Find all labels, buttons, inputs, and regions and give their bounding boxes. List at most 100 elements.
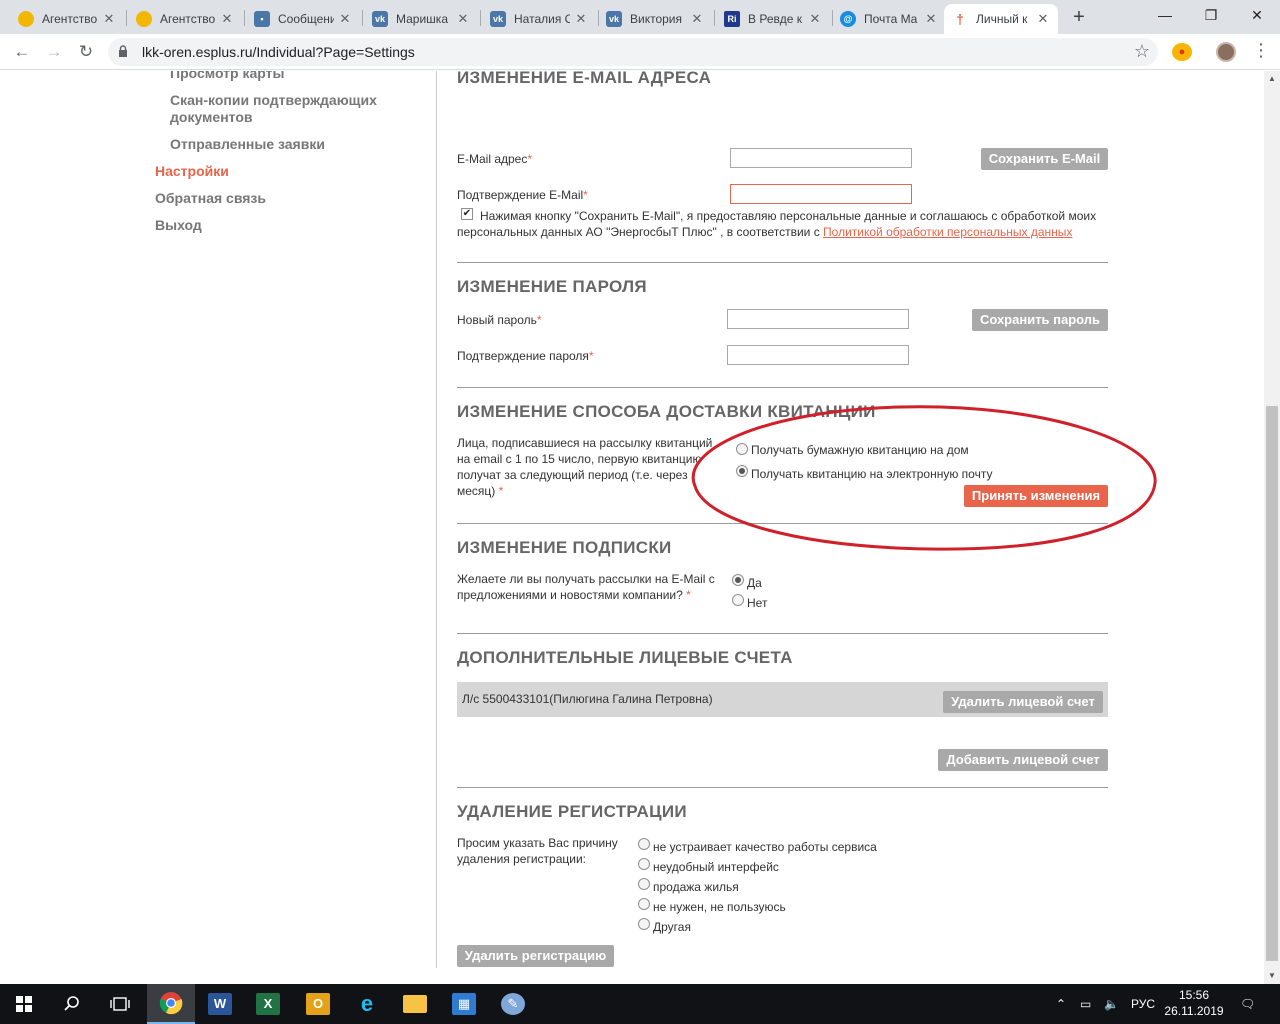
sidebar-item-logout[interactable]: Выход [155,217,202,234]
browser-tab[interactable]: @ Почта Ma ✕ [832,4,946,34]
chat-favicon-icon: ▪ [254,11,270,27]
sidebar-item-requests[interactable]: Отправленные заявки [170,136,325,153]
new-password-label: Новый пароль* [457,313,542,327]
save-password-button[interactable]: Сохранить пароль [972,309,1108,331]
privacy-policy-link[interactable]: Политикой обработки персональных данных [823,225,1072,239]
email-confirm-input[interactable] [730,184,912,204]
section-divider [457,387,1108,388]
taskbar-chrome[interactable] [147,984,195,1024]
bookmark-star-icon[interactable]: ☆ [1134,41,1150,62]
taskbar-explorer[interactable] [391,984,439,1024]
taskbar-excel[interactable]: X [244,984,292,1024]
consent-checkbox[interactable]: ✔ [461,208,473,220]
new-tab-button[interactable]: + [1068,6,1090,28]
internet-explorer-icon: e [360,991,374,1016]
taskbar-outlook[interactable]: O [294,984,342,1024]
mail-favicon-icon: @ [840,11,856,27]
close-window-button[interactable]: ✕ [1234,0,1280,30]
taskbar-paint[interactable]: ✎ [489,984,537,1024]
delete-registration-button[interactable]: Удалить регистрацию [457,945,614,967]
add-account-button[interactable]: Добавить лицевой счет [938,749,1108,771]
reason-unused-radio[interactable] [638,898,650,910]
reason-quality-radio[interactable] [638,838,650,850]
network-icon[interactable]: ▭ [1080,984,1091,1024]
delete-account-button[interactable]: Удалить лицевой счет [943,691,1103,713]
page-scrollbar[interactable]: ▲ ▼ [1264,71,1280,984]
browser-tab[interactable]: Агентство ✕ [128,4,242,34]
notifications-icon[interactable]: 🗨 [1240,984,1255,1024]
calculator-icon: ▦ [452,993,476,1015]
scrollbar-thumb[interactable] [1266,406,1278,961]
reason-other-radio[interactable] [638,918,650,930]
scroll-up-icon[interactable]: ▲ [1264,71,1280,87]
taskbar-ie[interactable]: e [343,984,391,1024]
email-input[interactable] [730,148,912,168]
browser-tab[interactable]: vk Наталия С ✕ [482,4,596,34]
show-hidden-icons[interactable]: ⌃ [1056,984,1066,1024]
reason-quality-label: не устраивает качество работы сервиса [653,840,877,854]
save-email-button[interactable]: Сохранить E-Mail [981,148,1108,170]
close-icon[interactable]: ✕ [1036,11,1050,27]
extension-icon[interactable]: ● [1172,43,1192,61]
vk-favicon-icon: vk [606,11,622,27]
close-icon[interactable]: ✕ [456,11,470,27]
confirm-password-input[interactable] [727,345,909,365]
address-bar[interactable]: lkk-oren.esplus.ru/Individual?Page=Setti… [108,38,1158,66]
close-icon[interactable]: ✕ [102,11,116,27]
section-divider [457,787,1108,788]
reason-interface-radio[interactable] [638,858,650,870]
browser-menu-icon[interactable]: ⋮ [1252,40,1270,61]
reason-sale-radio[interactable] [638,878,650,890]
system-clock[interactable]: 15:56 26.11.2019 [1160,987,1228,1019]
section-divider [457,262,1108,263]
email-label: E-Mail адрес* [457,152,533,166]
sidebar-item-scans[interactable]: Скан-копии подтверждающих документов [170,92,400,126]
delivery-paper-radio[interactable] [736,443,748,455]
scroll-down-icon[interactable]: ▼ [1264,968,1280,984]
new-password-input[interactable] [727,309,909,329]
delivery-paper-label: Получать бумажную квитанцию на дом [751,443,969,457]
close-icon[interactable]: ✕ [808,11,822,27]
folder-icon [403,995,427,1013]
subscription-yes-radio[interactable] [732,574,744,586]
content-divider [436,71,437,968]
close-icon[interactable]: ✕ [220,11,234,27]
close-icon[interactable]: ✕ [574,11,588,27]
browser-tab[interactable]: vk Маришка ✕ [364,4,478,34]
close-icon[interactable]: ✕ [338,11,352,27]
browser-tab[interactable]: ▪ Сообщения ✕ [246,4,360,34]
subscription-no-radio[interactable] [732,594,744,606]
search-button[interactable] [48,984,96,1024]
volume-muted-icon[interactable]: 🔈 [1104,984,1119,1024]
browser-tab-active[interactable]: † Личный к ✕ [944,4,1058,34]
start-button[interactable] [0,984,48,1024]
clock-time: 15:56 [1178,988,1210,1002]
back-icon[interactable]: ← [10,40,34,64]
forward-icon[interactable]: → [42,40,66,64]
sidebar-item-settings[interactable]: Настройки [155,163,229,180]
search-icon [64,996,79,1011]
close-icon[interactable]: ✕ [924,11,938,27]
browser-toolbar: ← → ↻ lkk-oren.esplus.ru/Individual?Page… [0,34,1280,70]
sidebar-item-feedback[interactable]: Обратная связь [155,190,266,207]
sidebar-item-map[interactable]: Просмотр карты [170,71,284,82]
browser-tab[interactable]: Агентство ✕ [10,4,124,34]
vk-favicon-icon: vk [490,11,506,27]
maximize-button[interactable]: ❐ [1188,0,1234,30]
browser-tab[interactable]: vk Виктория ✕ [598,4,712,34]
excel-icon: X [256,993,280,1015]
taskbar-app[interactable]: ▦ [440,984,488,1024]
close-icon[interactable]: ✕ [690,11,704,27]
taskbar-word[interactable]: W [196,984,244,1024]
browser-tab[interactable]: Ri В Ревде к ✕ [716,4,830,34]
apply-changes-button[interactable]: Принять изменения [964,485,1108,507]
profile-avatar[interactable] [1216,42,1236,62]
language-indicator[interactable]: РУС [1131,984,1155,1024]
reload-icon[interactable]: ↻ [74,40,98,64]
task-view-button[interactable] [96,984,144,1024]
lock-icon [119,45,127,57]
delivery-email-radio[interactable] [736,465,748,477]
vk-favicon-icon: vk [372,11,388,27]
section-divider [457,633,1108,634]
minimize-button[interactable]: — [1142,0,1188,30]
